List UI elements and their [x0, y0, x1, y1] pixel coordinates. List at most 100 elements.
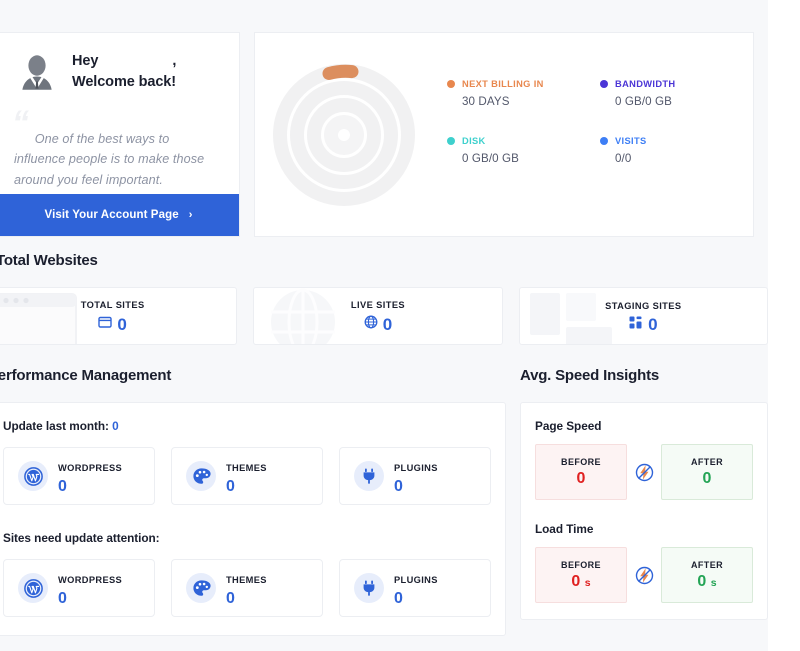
update-label-wordpress-attention: WORDPRESS — [58, 574, 123, 585]
legend-value-bandwidth: 0 GB/0 GB — [615, 94, 672, 108]
legend-head-next-billing: NEXT BILLING IN — [447, 79, 600, 89]
globe-watermark — [268, 288, 338, 344]
legend-item-next-billing: NEXT BILLING IN 30 DAYS — [447, 79, 600, 108]
legend-dot-disk — [447, 136, 455, 145]
update-card-plugins-month[interactable]: PLUGINS 0 — [339, 447, 491, 505]
page-speed-title: Page Speed — [535, 419, 602, 433]
browser-window-icon — [98, 315, 113, 334]
update-card-plugins-attention[interactable]: PLUGINS 0 — [339, 559, 491, 617]
avg-speed-insights-section: Avg. Speed Insights Page Speed BEFORE 0 — [520, 367, 768, 636]
update-card-text-wordpress-attention: WORDPRESS 0 — [58, 570, 122, 607]
greeting-comma: , — [172, 53, 177, 69]
wordpress-icon — [18, 461, 48, 491]
usage-legend: NEXT BILLING IN 30 DAYS BANDWIDTH 0 GB/0… — [419, 79, 753, 191]
load-time-title: Load Time — [535, 522, 594, 536]
legend-dot-next-billing — [447, 79, 455, 88]
lower-section: Performance Management Update last month… — [0, 367, 768, 636]
update-card-text-themes-attention: THEMES 0 — [226, 570, 267, 607]
total-sites-card[interactable]: TOTAL SITES 0 — [0, 287, 238, 345]
legend-head-bandwidth: BANDWIDTH — [600, 79, 753, 89]
plug-icon — [354, 573, 384, 603]
update-value-wordpress-attention: 0 — [58, 589, 67, 607]
legend-item-bandwidth: BANDWIDTH 0 GB/0 GB — [600, 79, 753, 108]
chevron-right-icon: › — [188, 209, 193, 221]
page-speed-after-value-row: 0 — [703, 471, 712, 487]
wordpress-icon — [18, 573, 48, 603]
update-last-month-panel: Update last month: 0 WORDPRESS 0 THEMES … — [0, 402, 506, 636]
update-card-text-plugins-month: PLUGINS 0 — [394, 458, 438, 495]
page-speed-compare-row: BEFORE 0 AFTER 0 — [535, 444, 753, 500]
update-value-themes-month: 0 — [226, 477, 235, 495]
page-speed-group: Page Speed BEFORE 0 AFTER 0 — [535, 419, 753, 500]
update-last-month-text: Update last month: — [3, 419, 109, 433]
load-time-after-box: AFTER 0 s — [661, 547, 753, 603]
account-usage-card: NEXT BILLING IN 30 DAYS BANDWIDTH 0 GB/0… — [254, 32, 754, 237]
legend-label-next-billing: NEXT BILLING IN — [462, 78, 544, 89]
live-sites-value: 0 — [382, 315, 393, 334]
update-value-wordpress-month: 0 — [58, 477, 67, 495]
welcome-card: Hey, Welcome back! “ One of the best way… — [0, 32, 240, 237]
legend-dot-visits — [600, 136, 608, 145]
total-websites-section: Total Websites TOTAL SITES 0 LIVE SITES … — [0, 238, 768, 345]
sites-need-attention-label: Sites need update attention: — [3, 531, 160, 545]
legend-value-next-billing: 30 DAYS — [462, 94, 510, 108]
total-sites-label: TOTAL SITES — [80, 300, 145, 310]
page-speed-before-label: BEFORE — [561, 457, 601, 467]
update-last-month-label: Update last month: 0 — [3, 419, 491, 433]
load-time-after-label: AFTER — [691, 560, 723, 570]
top-row: Hey, Welcome back! “ One of the best way… — [0, 0, 768, 238]
legend-value-disk: 0 GB/0 GB — [462, 151, 519, 165]
lightning-bolt-icon — [627, 463, 661, 482]
update-value-themes-attention: 0 — [226, 589, 235, 607]
load-time-after-unit: s — [710, 577, 717, 589]
load-time-before-value-row: 0 s — [571, 574, 590, 590]
legend-head-visits: VISITS — [600, 136, 753, 146]
page-speed-before-value: 0 — [576, 470, 586, 487]
update-card-wordpress-attention[interactable]: WORDPRESS 0 — [3, 559, 155, 617]
update-card-text-plugins-attention: PLUGINS 0 — [394, 570, 438, 607]
welcome-card-body: Hey, Welcome back! “ One of the best way… — [0, 33, 239, 190]
staging-sites-card[interactable]: STAGING SITES 0 — [518, 287, 768, 345]
update-label-themes-month: THEMES — [226, 462, 267, 473]
staging-sites-label: STAGING SITES — [605, 300, 682, 311]
load-time-compare-row: BEFORE 0 s AFTER 0 s — [535, 547, 753, 603]
performance-management-section: Performance Management Update last month… — [0, 367, 506, 636]
legend-item-visits: VISITS 0/0 — [600, 136, 753, 165]
load-time-before-value: 0 — [571, 573, 581, 590]
total-websites-heading: Total Websites — [0, 252, 98, 269]
user-avatar-icon — [14, 51, 60, 97]
page-speed-after-label: AFTER — [691, 457, 723, 467]
legend-item-disk: DISK 0 GB/0 GB — [447, 136, 600, 165]
update-last-month-cards: WORDPRESS 0 THEMES 0 PLUGINS 0 — [3, 447, 491, 505]
staging-sites-value: 0 — [648, 315, 658, 334]
speed-insights-panel: Page Speed BEFORE 0 AFTER 0 Load Time BE… — [520, 402, 768, 620]
legend-label-visits: VISITS — [615, 135, 647, 146]
plug-icon — [354, 461, 384, 491]
update-card-themes-attention[interactable]: THEMES 0 — [171, 559, 323, 617]
performance-management-heading: Performance Management — [0, 367, 172, 384]
live-sites-card[interactable]: LIVE SITES 0 — [253, 287, 503, 345]
staging-sites-value-row: 0 — [629, 315, 658, 334]
globe-icon — [364, 315, 378, 334]
legend-label-disk: DISK — [462, 135, 486, 146]
update-label-wordpress-month: WORDPRESS — [58, 462, 123, 473]
load-time-before-unit: s — [584, 577, 591, 589]
update-card-themes-month[interactable]: THEMES 0 — [171, 447, 323, 505]
avg-speed-insights-heading: Avg. Speed Insights — [520, 367, 660, 384]
load-time-before-label: BEFORE — [561, 560, 601, 570]
visit-account-page-button[interactable]: Visit Your Account Page › — [0, 194, 239, 236]
live-sites-label: LIVE SITES — [350, 300, 406, 310]
update-value-plugins-attention: 0 — [394, 589, 403, 607]
legend-label-bandwidth: BANDWIDTH — [615, 78, 676, 89]
palette-icon — [186, 461, 216, 491]
update-card-wordpress-month[interactable]: WORDPRESS 0 — [3, 447, 155, 505]
page-speed-before-box: BEFORE 0 — [535, 444, 627, 500]
legend-dot-bandwidth — [600, 79, 608, 88]
legend-value-visits: 0/0 — [615, 151, 632, 165]
page-speed-before-value-row: 0 — [577, 471, 586, 487]
load-time-after-value-row: 0 s — [697, 574, 716, 590]
welcome-back-line: Welcome back! — [72, 73, 177, 90]
load-time-before-box: BEFORE 0 s — [535, 547, 627, 603]
update-card-text-wordpress-month: WORDPRESS 0 — [58, 458, 122, 495]
legend-head-disk: DISK — [447, 136, 600, 146]
